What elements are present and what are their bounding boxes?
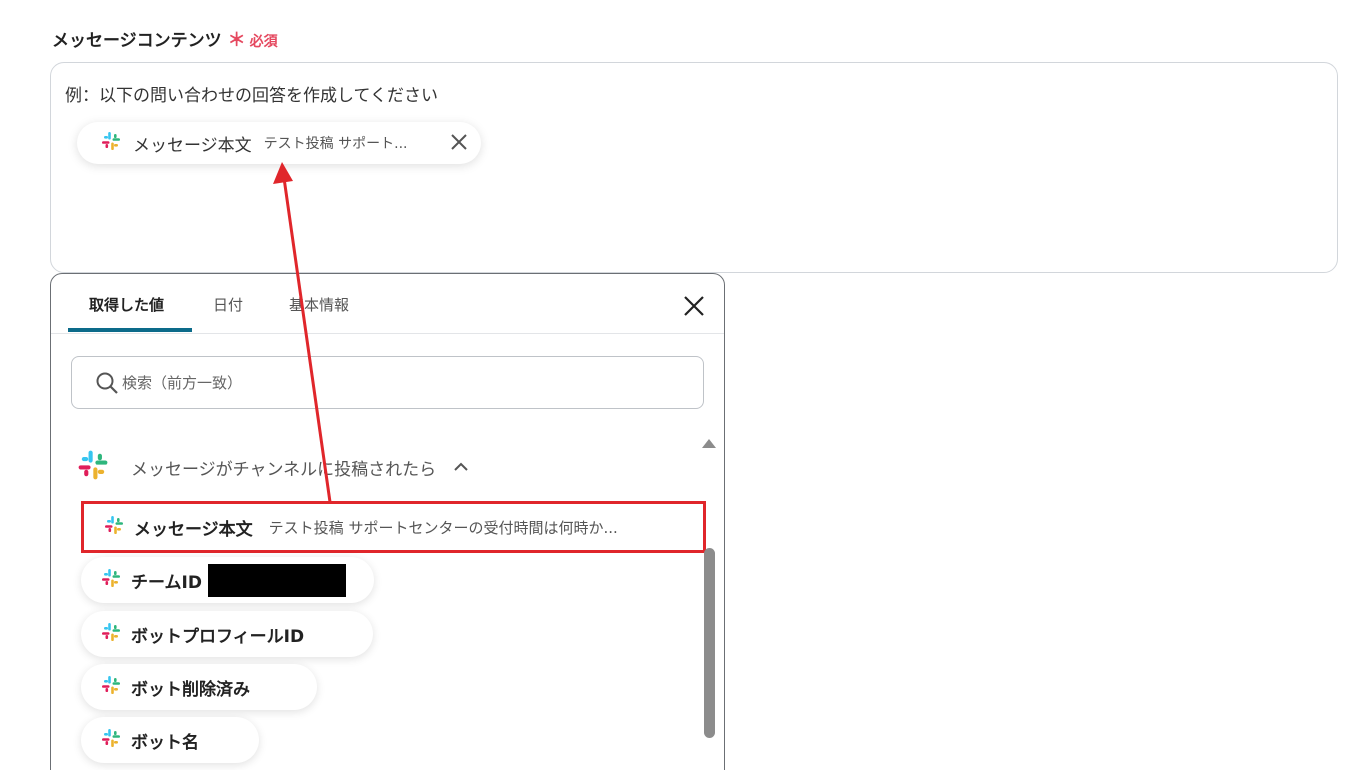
slack-icon	[104, 515, 124, 539]
close-icon[interactable]	[449, 132, 469, 152]
redacted-value	[207, 563, 346, 597]
list-item[interactable]: ボットプロフィールID	[81, 611, 373, 657]
close-icon[interactable]	[682, 294, 706, 318]
chip-name: メッセージ本文	[133, 135, 252, 156]
variable-picker-panel: 取得した値 日付 基本情報 検索（前方一致） メッセージがチャンネルに投稿された…	[50, 273, 725, 770]
list-item[interactable]: チームID	[81, 557, 374, 603]
required-star: ＊	[227, 30, 246, 51]
message-content-editor[interactable]: 例：以下の問い合わせの回答を作成してください メッセージ本文 テスト投稿 サポー…	[50, 62, 1338, 273]
field-label-text: メッセージコンテンツ	[52, 31, 222, 51]
slack-icon	[101, 131, 121, 155]
slack-icon	[101, 728, 121, 752]
tab-date[interactable]: 日付	[213, 294, 243, 315]
list-item[interactable]: ボット削除済み	[81, 664, 317, 710]
picker-tabs: 取得した値 日付 基本情報	[51, 274, 724, 334]
list-item[interactable]: ボット名	[81, 717, 259, 763]
group-title: メッセージがチャンネルに投稿されたら	[131, 459, 437, 480]
required-text: 必須	[249, 34, 278, 50]
item-name: ボット名	[131, 732, 199, 753]
slack-icon	[77, 449, 109, 485]
list-item[interactable]: メッセージ本文 テスト投稿 サポートセンターの受付時間は何時か...	[81, 501, 706, 553]
tab-basic-info[interactable]: 基本情報	[289, 294, 349, 315]
item-name: チームID	[131, 572, 202, 593]
trigger-group-header[interactable]: メッセージがチャンネルに投稿されたら	[77, 449, 470, 485]
item-value: テスト投稿 サポートセンターの受付時間は何時か...	[268, 518, 618, 537]
item-name: ボットプロフィールID	[131, 626, 305, 647]
tab-indicator	[68, 328, 192, 332]
tab-acquired-values[interactable]: 取得した値	[89, 294, 164, 315]
chevron-up-icon[interactable]	[452, 458, 470, 476]
slack-icon	[101, 675, 121, 699]
search-icon	[94, 370, 120, 396]
slack-icon	[101, 622, 121, 646]
variable-chip[interactable]: メッセージ本文 テスト投稿 サポート...	[77, 122, 481, 164]
field-label: メッセージコンテンツ ＊ 必須	[52, 26, 278, 52]
slack-icon	[101, 568, 121, 592]
search-placeholder: 検索（前方一致）	[122, 374, 243, 392]
scrollbar-thumb[interactable]	[704, 548, 715, 738]
content-text: 例：以下の問い合わせの回答を作成してください	[65, 86, 438, 106]
item-name: メッセージ本文	[134, 519, 253, 540]
scroll-up-icon[interactable]	[700, 435, 718, 449]
search-input[interactable]: 検索（前方一致）	[71, 356, 704, 409]
item-name: ボット削除済み	[131, 679, 250, 700]
chip-value: テスト投稿 サポート...	[263, 136, 408, 152]
